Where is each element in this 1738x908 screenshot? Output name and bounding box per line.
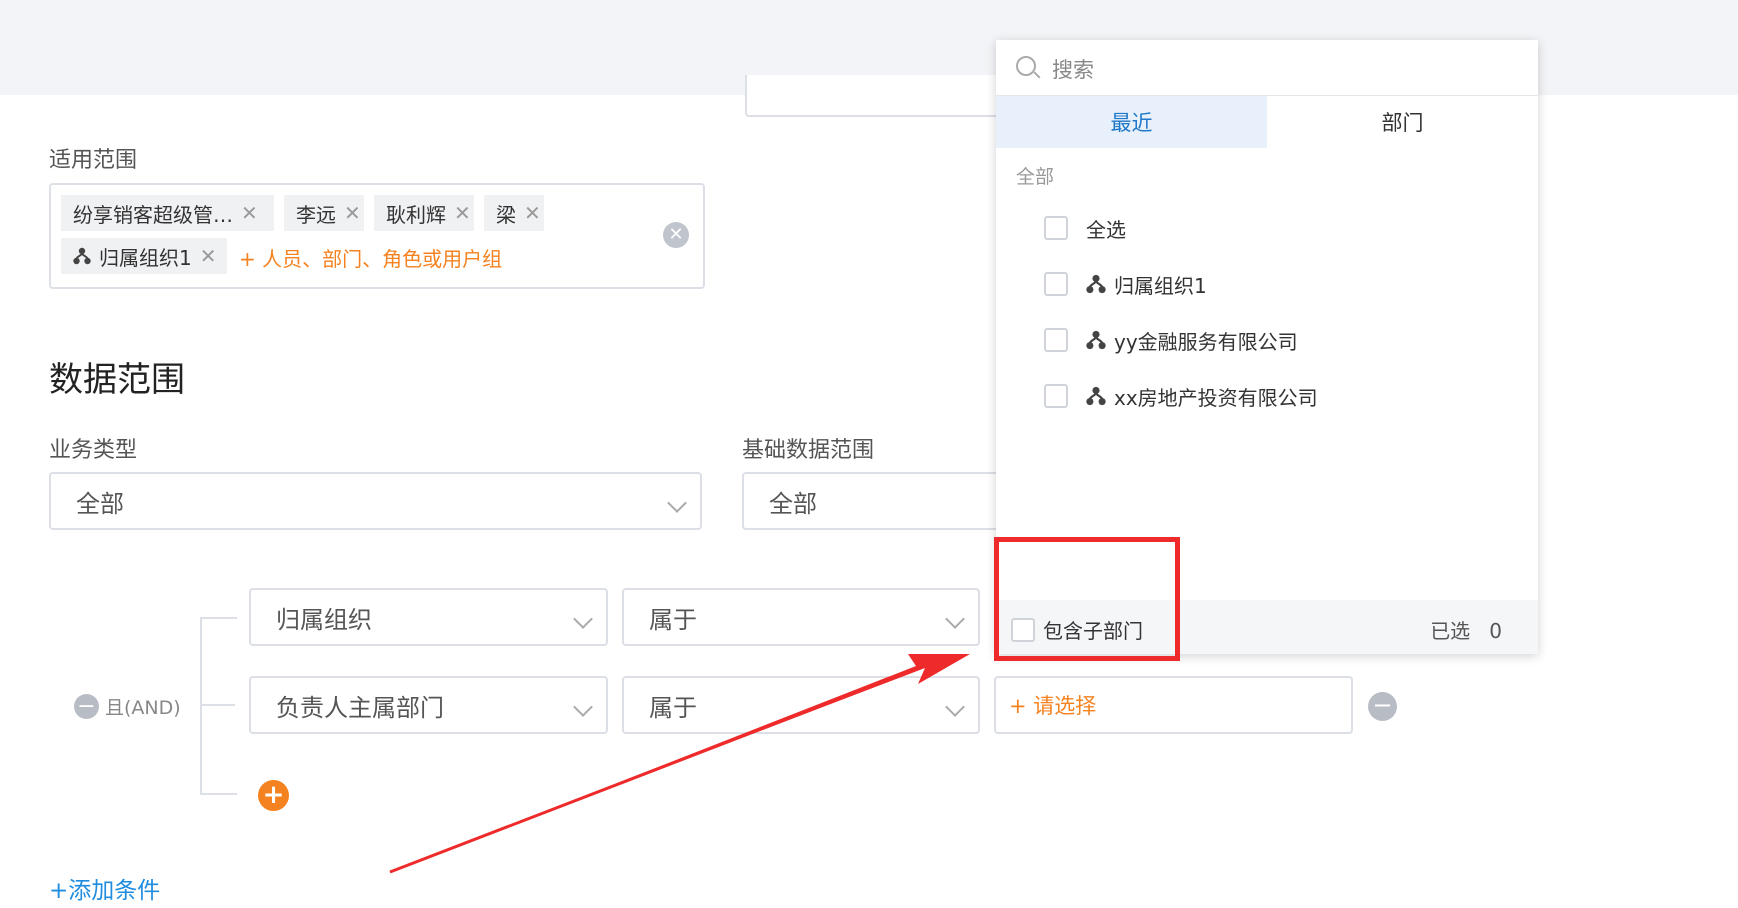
annotation-arrow-line <box>389 662 931 874</box>
annotation-arrow <box>389 654 970 874</box>
